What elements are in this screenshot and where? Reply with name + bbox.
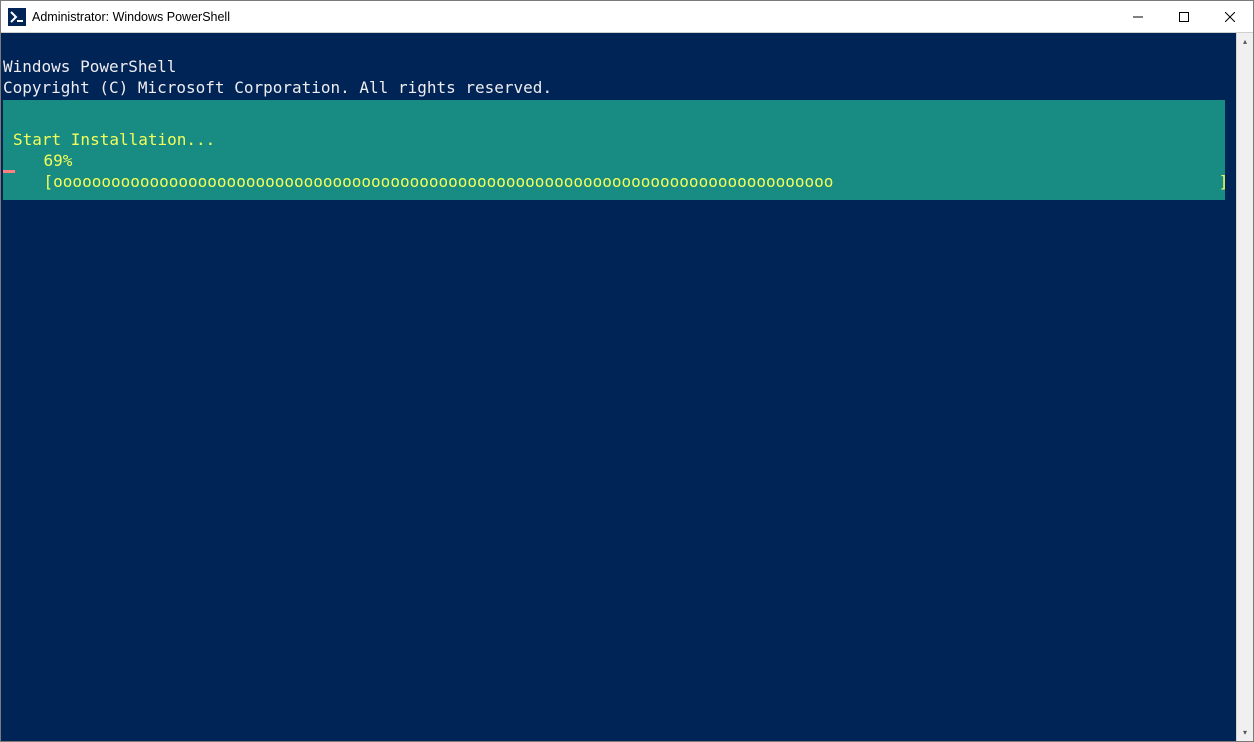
progress-bar-line: [ooooooooooooooooooooooooooooooooooooooo… xyxy=(3,171,1225,200)
close-icon xyxy=(1225,12,1235,22)
maximize-icon xyxy=(1179,12,1189,22)
maximize-button[interactable] xyxy=(1161,1,1207,32)
powershell-window: Administrator: Windows PowerShell Window… xyxy=(0,0,1254,742)
console-output[interactable]: Windows PowerShellCopyright (C) Microsof… xyxy=(1,33,1236,741)
progress-block: Start Installation... 69% [ooooooooooooo… xyxy=(3,100,1225,200)
scroll-down-icon: ▾ xyxy=(1243,728,1247,737)
scroll-track[interactable] xyxy=(1237,50,1253,724)
window-title: Administrator: Windows PowerShell xyxy=(32,1,1115,33)
scroll-down-button[interactable]: ▾ xyxy=(1237,724,1253,741)
powershell-icon xyxy=(8,8,26,26)
minimize-button[interactable] xyxy=(1115,1,1161,32)
console-line-header1: Windows PowerShell xyxy=(3,56,1236,77)
client-area: Windows PowerShellCopyright (C) Microsof… xyxy=(1,33,1253,741)
progress-percent: 69% xyxy=(3,150,1225,171)
titlebar[interactable]: Administrator: Windows PowerShell xyxy=(1,1,1253,33)
scroll-up-button[interactable]: ▴ xyxy=(1237,33,1253,50)
scroll-up-icon: ▴ xyxy=(1243,37,1247,46)
console-line-header2: Copyright (C) Microsoft Corporation. All… xyxy=(3,77,1236,98)
vertical-scrollbar[interactable]: ▴ ▾ xyxy=(1236,33,1253,741)
window-controls xyxy=(1115,1,1253,32)
cursor xyxy=(3,170,15,173)
close-button[interactable] xyxy=(1207,1,1253,32)
progress-title: Start Installation... xyxy=(3,121,1225,150)
minimize-icon xyxy=(1133,12,1143,22)
